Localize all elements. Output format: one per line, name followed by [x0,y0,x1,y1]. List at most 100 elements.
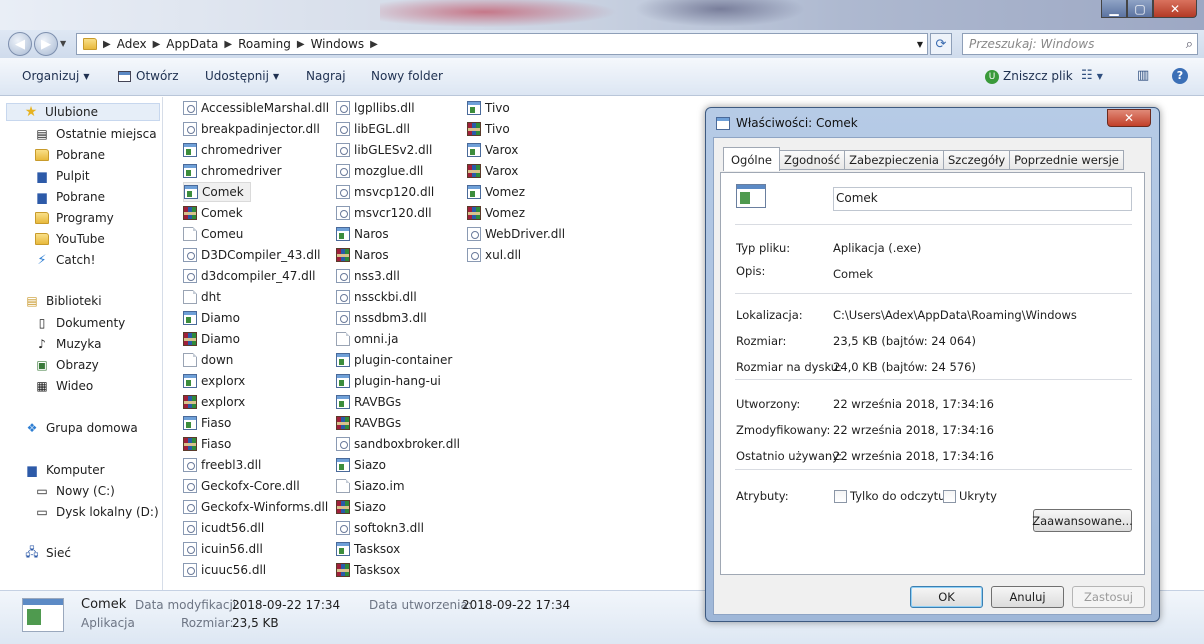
breadcrumb-item[interactable]: Roaming [238,37,291,51]
file-item[interactable]: Tasksox [336,560,400,580]
file-item[interactable]: xul.dll [467,245,521,265]
file-item[interactable]: Fiaso [183,413,231,433]
chevron-right-icon[interactable]: ▶ [370,39,378,50]
chevron-right-icon[interactable]: ▶ [103,39,111,50]
advanced-button[interactable]: Zaawansowane... [1032,509,1133,532]
file-item[interactable]: Vomez [467,203,525,223]
file-item[interactable]: msvcp120.dll [336,182,434,202]
file-item[interactable]: icudt56.dll [183,518,264,538]
breadcrumb-item[interactable]: Adex [117,37,147,51]
tab-details[interactable]: Szczegóły [943,150,1011,170]
file-item[interactable]: RAVBGs [336,413,401,433]
file-item[interactable]: Varox [467,140,518,160]
nav-pictures[interactable]: ▣ Obrazy [34,356,98,374]
nav-music[interactable]: ♪ Muzyka [34,335,101,353]
nav-libraries[interactable]: ▤ Biblioteki [24,292,101,310]
search-icon[interactable]: ⌕ [1186,37,1193,52]
file-item[interactable]: Tivo [467,119,510,139]
file-item[interactable]: explorx [183,371,245,391]
nav-desktop[interactable]: ▆ Pulpit [34,167,89,185]
file-item[interactable]: Varox [467,161,518,181]
file-item[interactable]: dht [183,287,221,307]
file-item[interactable]: down [183,350,233,370]
preview-pane-icon[interactable]: ▥ [1137,68,1149,83]
file-item[interactable]: Fiaso [183,434,231,454]
file-item[interactable]: icuin56.dll [183,539,263,559]
chevron-right-icon[interactable]: ▶ [297,39,305,50]
file-item[interactable]: freebl3.dll [183,455,261,475]
nav-programs[interactable]: Programy [34,209,114,227]
refresh-button[interactable]: ⟳ [930,33,952,55]
nav-homegroup[interactable]: ❖ Grupa domowa [24,419,138,437]
view-options-icon[interactable]: ☷ ▼ [1081,68,1103,83]
file-item[interactable]: Siazo.im [336,476,405,496]
forward-button[interactable]: ▶ [34,32,58,56]
nav-documents[interactable]: ▯ Dokumenty [34,314,126,332]
file-item[interactable]: Geckofx-Winforms.dll [183,497,328,517]
help-icon[interactable]: ? [1172,68,1188,84]
nav-drive-d[interactable]: ▭ Dysk lokalny (D:) [34,503,158,521]
file-item[interactable]: Diamo [183,308,240,328]
cancel-button[interactable]: Anuluj [991,586,1064,608]
share-button[interactable]: Udostępnij ▼ [205,69,279,83]
nav-youtube[interactable]: YouTube [34,230,105,248]
scan-file-button[interactable]: U Zniszcz plik [985,69,1073,84]
file-item[interactable]: libGLESv2.dll [336,140,432,160]
nav-network[interactable]: 🖧 Sieć [24,544,71,562]
hidden-checkbox[interactable] [943,490,956,503]
file-item[interactable]: lgpllibs.dll [336,98,415,118]
chevron-right-icon[interactable]: ▶ [224,39,232,50]
history-dropdown-icon[interactable]: ▼ [60,39,66,48]
file-name-field[interactable]: Comek [833,187,1132,211]
ok-button[interactable]: OK [910,586,983,608]
new-folder-button[interactable]: Nowy folder [371,69,443,83]
address-dropdown-icon[interactable]: ▼ [917,40,923,49]
nav-drive-c[interactable]: ▭ Nowy (C:) [34,482,115,500]
file-item[interactable]: msvcr120.dll [336,203,432,223]
file-item[interactable]: Naros [336,245,389,265]
file-item[interactable]: RAVBGs [336,392,401,412]
file-item[interactable]: nssdbm3.dll [336,308,427,328]
nav-computer[interactable]: ▆ Komputer [24,461,104,479]
file-item[interactable]: softokn3.dll [336,518,424,538]
tab-security[interactable]: Zabezpieczenia [845,150,944,170]
file-item[interactable]: Vomez [467,182,525,202]
file-item[interactable]: Diamo [183,329,240,349]
maximize-button[interactable]: ▢ [1127,0,1153,18]
back-button[interactable]: ◀ [8,32,32,56]
file-item[interactable]: plugin-container [336,350,452,370]
file-item[interactable]: sandboxbroker.dll [336,434,460,454]
tab-previous-versions[interactable]: Poprzednie wersje [1010,150,1124,170]
address-bar[interactable]: ▶ Adex ▶ AppData ▶ Roaming ▶ Windows ▶ ▼ [76,33,928,55]
file-item[interactable]: Siazo [336,497,386,517]
nav-recent-places[interactable]: ▤ Ostatnie miejsca [34,125,156,143]
nav-downloads-2[interactable]: ▆ Pobrane [34,188,105,206]
dialog-close-button[interactable]: ✕ [1107,109,1151,127]
breadcrumb-item[interactable]: Windows [311,37,365,51]
nav-downloads[interactable]: Pobrane [34,146,105,164]
file-item[interactable]: Comeu [183,224,243,244]
nav-favorites[interactable]: ★ Ulubione [6,103,160,121]
file-item[interactable]: AccessibleMarshal.dll [183,98,329,118]
close-button[interactable]: ✕ [1153,0,1197,18]
burn-button[interactable]: Nagraj [306,69,346,83]
file-item[interactable]: Siazo [336,455,386,475]
file-item[interactable]: explorx [183,392,245,412]
file-item[interactable]: libEGL.dll [336,119,410,139]
minimize-button[interactable]: ▁ [1101,0,1127,18]
file-item[interactable]: Tivo [467,98,510,118]
tab-general[interactable]: Ogólne [723,147,780,171]
file-item[interactable]: plugin-hang-ui [336,371,441,391]
file-item[interactable]: chromedriver [183,161,282,181]
open-button[interactable]: Otwórz [118,69,179,83]
chevron-right-icon[interactable]: ▶ [153,39,161,50]
file-item[interactable]: Naros [336,224,389,244]
file-item[interactable]: Tasksox [336,539,400,559]
organize-button[interactable]: Organizuj ▼ [22,69,89,83]
file-item[interactable]: D3DCompiler_43.dll [183,245,321,265]
file-item[interactable]: Comek [183,203,243,223]
search-input[interactable]: Przeszukaj: Windows ⌕ [962,33,1198,55]
apply-button[interactable]: Zastosuj [1072,586,1145,608]
file-item[interactable]: chromedriver [183,140,282,160]
file-item[interactable]: WebDriver.dll [467,224,565,244]
